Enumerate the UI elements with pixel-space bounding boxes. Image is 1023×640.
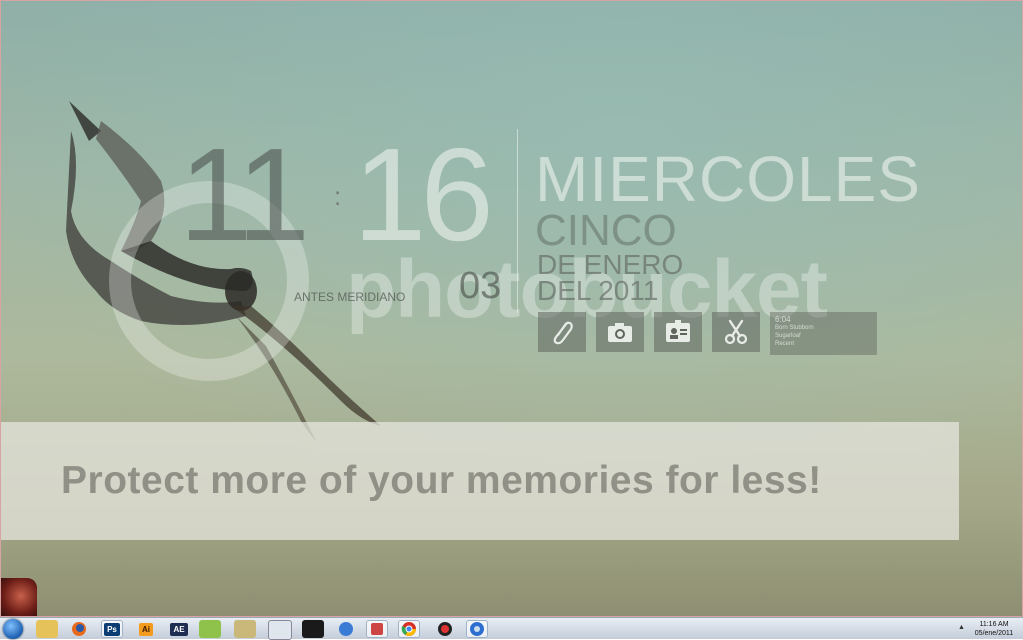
chrome-icon <box>401 622 416 636</box>
taskbar-app-icon[interactable] <box>335 620 357 638</box>
clock-seconds: 03 <box>459 265 502 307</box>
clock-hours: 11 <box>179 121 310 268</box>
dock-paperclip-button[interactable] <box>538 312 586 352</box>
tray-clock-time: 11:16 AM <box>979 621 1009 628</box>
tray-clock[interactable]: 11:16 AM 05/ene/2011 <box>968 620 1020 638</box>
paperclip-icon <box>553 321 573 345</box>
mini-panel-time: 6:04 <box>775 315 791 324</box>
mini-panel-line: Sugarloaf <box>775 333 801 339</box>
scissors-icon <box>724 319 748 345</box>
taskbar-illustrator-icon[interactable]: Ai <box>135 620 157 638</box>
app-icon <box>438 622 452 636</box>
dock-contact-button[interactable] <box>654 312 702 352</box>
taskbar-app-icon[interactable] <box>434 620 456 638</box>
taskbar: Ps Ai AE ▲ 11:16 AM 05/ene/2011 <box>0 617 1023 640</box>
tray-expand-icon[interactable]: ▲ <box>958 624 965 631</box>
clock-ampm: ANTES MERIDIANO <box>294 290 406 304</box>
taskbar-app-icon[interactable] <box>268 620 292 640</box>
taskbar-app-icon[interactable] <box>234 620 256 638</box>
firefox-icon <box>72 622 86 636</box>
contact-card-icon <box>666 320 690 342</box>
clock-minutes: 16 <box>353 121 494 268</box>
watermark-banner: Protect more of your memories for less! <box>1 422 959 540</box>
dock-camera-button[interactable] <box>596 312 644 352</box>
desktop-avatar[interactable] <box>1 578 37 616</box>
mini-panel-line: Recent <box>775 341 795 347</box>
taskbar-aftereffects-icon[interactable]: AE <box>168 620 190 638</box>
date-year: DEL 2011 <box>537 275 659 306</box>
desktop: photobucket 11 : 16 ANTES MERIDIANO 03 M… <box>0 0 1023 617</box>
banner-text: Protect more of your memories for less! <box>61 459 822 502</box>
clock-divider <box>517 129 518 313</box>
itunes-icon <box>470 622 484 636</box>
taskbar-photoshop-icon[interactable]: Ps <box>101 620 123 638</box>
taskbar-firefox-icon[interactable] <box>68 620 90 638</box>
dock-scissors-button[interactable] <box>712 312 760 352</box>
app-icon <box>371 623 383 635</box>
date-weekday: MIERCOLES <box>535 143 921 215</box>
tray-clock-date: 05/ene/2011 <box>974 630 1014 637</box>
taskbar-itunes-icon[interactable] <box>466 620 488 638</box>
start-button[interactable] <box>3 619 23 639</box>
taskbar-app-icon[interactable] <box>366 620 388 638</box>
taskbar-chrome-icon[interactable] <box>398 620 420 638</box>
date-day: CINCO <box>535 206 677 255</box>
music-icon <box>339 622 353 636</box>
clock-separator: : <box>334 181 342 211</box>
music-mini-panel[interactable]: 6:04 Born Stubborn Sugarloaf Recent <box>770 312 877 355</box>
taskbar-app-icon[interactable] <box>199 620 221 638</box>
taskbar-explorer-icon[interactable] <box>36 620 58 638</box>
mini-panel-line: Born Stubborn <box>775 325 814 331</box>
camera-icon <box>608 323 632 342</box>
taskbar-app-icon[interactable] <box>302 620 324 638</box>
